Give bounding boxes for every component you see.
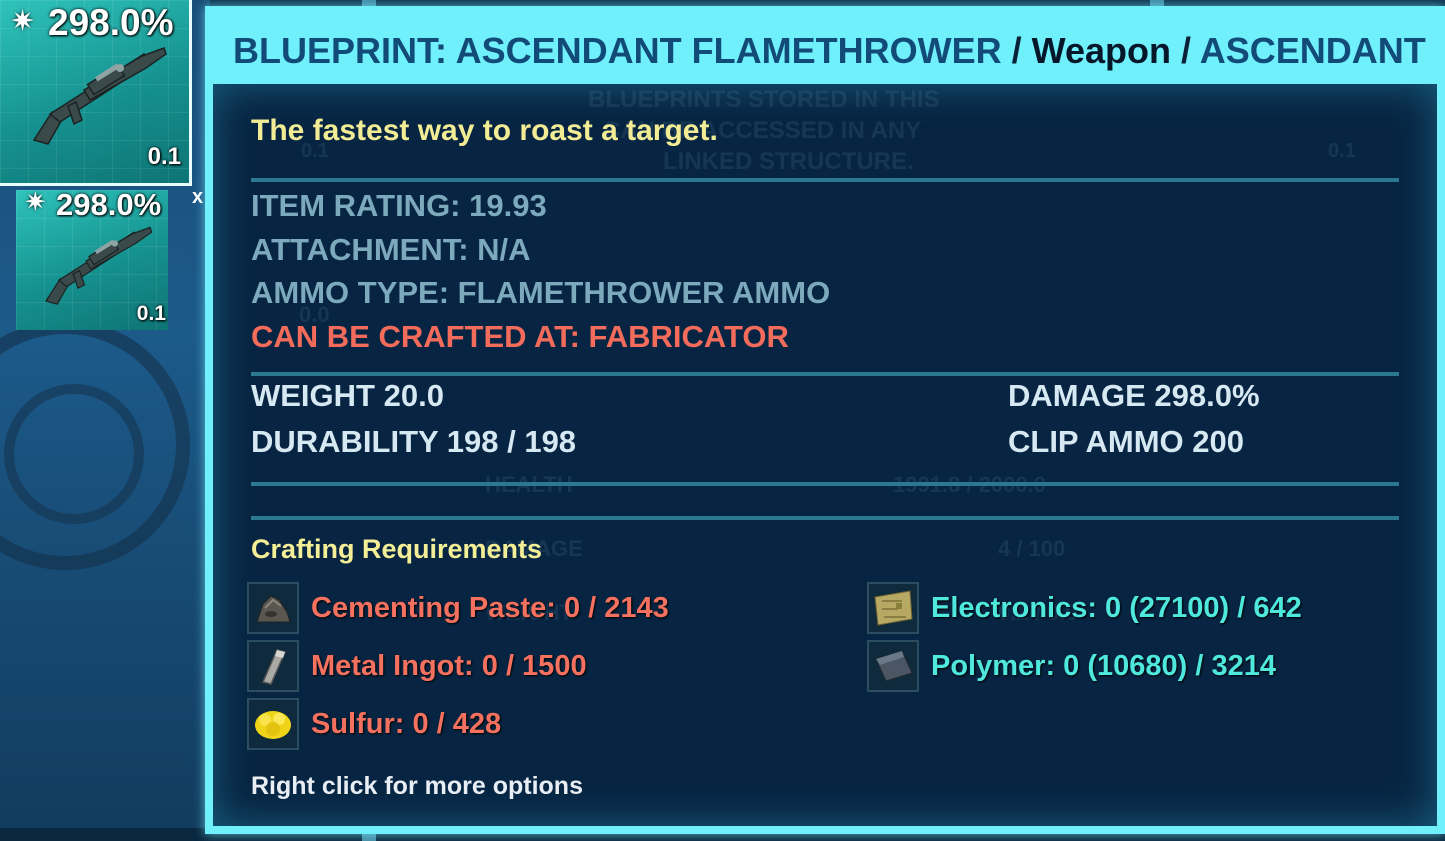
crafting-requirements-title: Crafting Requirements bbox=[251, 534, 543, 564]
ghost-text: LINKED STRUCTURE. bbox=[663, 148, 914, 175]
sulfur-icon bbox=[247, 698, 299, 750]
divider bbox=[251, 178, 1399, 182]
item-damage: DAMAGE 298.0% bbox=[1008, 378, 1260, 413]
ghost-text: BLUEPRINTS STORED IN THIS bbox=[588, 86, 940, 113]
title-separator: / bbox=[1011, 30, 1022, 71]
slot-weight: 0.1 bbox=[147, 143, 181, 170]
title-separator: / bbox=[1181, 30, 1192, 71]
item-durability: DURABILITY 198 / 198 bbox=[251, 424, 577, 459]
requirement-label: Electronics: 0 (27100) / 642 bbox=[931, 591, 1302, 624]
ghost-text: 0.1 bbox=[1328, 140, 1356, 162]
inventory-slot-flamethrower[interactable]: ✷ 298.0% 0.1 bbox=[16, 187, 168, 330]
inventory-slot-flamethrower-selected[interactable]: ✷ 298.0% 0.1 bbox=[0, 0, 192, 186]
cementing-paste-icon bbox=[247, 582, 299, 634]
item-category: Weapon bbox=[1031, 30, 1172, 71]
item-ammo-type: AMMO TYPE: FLAMETHROWER AMMO bbox=[251, 275, 831, 310]
item-quality: ASCENDANT bbox=[1199, 30, 1426, 71]
divider bbox=[251, 516, 1399, 520]
divider bbox=[251, 372, 1399, 376]
tooltip-header: BLUEPRINT: ASCENDANT FLAMETHROWER / Weap… bbox=[233, 30, 1426, 76]
flamethrower-icon bbox=[45, 226, 153, 305]
requirement-label: Cementing Paste: 0 / 2143 bbox=[311, 591, 669, 624]
electronics-icon bbox=[867, 582, 919, 634]
item-title: BLUEPRINT: ASCENDANT FLAMETHROWER bbox=[233, 30, 1002, 71]
star-burst-icon: ✷ bbox=[10, 5, 36, 38]
requirement-cementing-paste: Cementing Paste: 0 / 2143 bbox=[247, 582, 669, 634]
requirement-electronics: Electronics: 0 (27100) / 642 bbox=[867, 582, 1302, 634]
flamethrower-icon bbox=[32, 47, 167, 145]
requirement-label: Sulfur: 0 / 428 bbox=[311, 707, 502, 740]
metal-ingot-icon bbox=[247, 640, 299, 692]
requirement-label: Metal Ingot: 0 / 1500 bbox=[311, 649, 587, 682]
item-description: The fastest way to roast a target. bbox=[251, 114, 718, 147]
item-clip-ammo: CLIP AMMO 200 bbox=[1008, 424, 1244, 459]
requirement-sulfur: Sulfur: 0 / 428 bbox=[247, 698, 501, 750]
polymer-icon bbox=[867, 640, 919, 692]
item-rating: ITEM RATING: 19.93 bbox=[251, 188, 547, 223]
crafting-station: CAN BE CRAFTED AT: FABRICATOR bbox=[251, 319, 789, 354]
tooltip-body: BLUEPRINTS STORED IN THIS CAN BE ACCESSE… bbox=[213, 84, 1437, 826]
star-burst-icon: ✷ bbox=[24, 187, 47, 217]
slot-damage-percent: 298.0% bbox=[56, 187, 162, 222]
item-tooltip: BLUEPRINT: ASCENDANT FLAMETHROWER / Weap… bbox=[205, 6, 1445, 834]
requirement-metal-ingot: Metal Ingot: 0 / 1500 bbox=[247, 640, 587, 692]
requirement-polymer: Polymer: 0 (10680) / 3214 bbox=[867, 640, 1276, 692]
item-weight: WEIGHT 20.0 bbox=[251, 378, 444, 413]
divider bbox=[251, 482, 1399, 486]
close-icon[interactable]: x bbox=[192, 186, 203, 209]
item-attachment: ATTACHMENT: N/A bbox=[251, 232, 531, 267]
requirement-label: Polymer: 0 (10680) / 3214 bbox=[931, 649, 1276, 682]
ghost-text: 4 / 100 bbox=[998, 536, 1066, 561]
context-hint: Right click for more options bbox=[251, 772, 583, 800]
slot-damage-percent: 298.0% bbox=[48, 2, 174, 43]
slot-weight: 0.1 bbox=[136, 302, 166, 325]
